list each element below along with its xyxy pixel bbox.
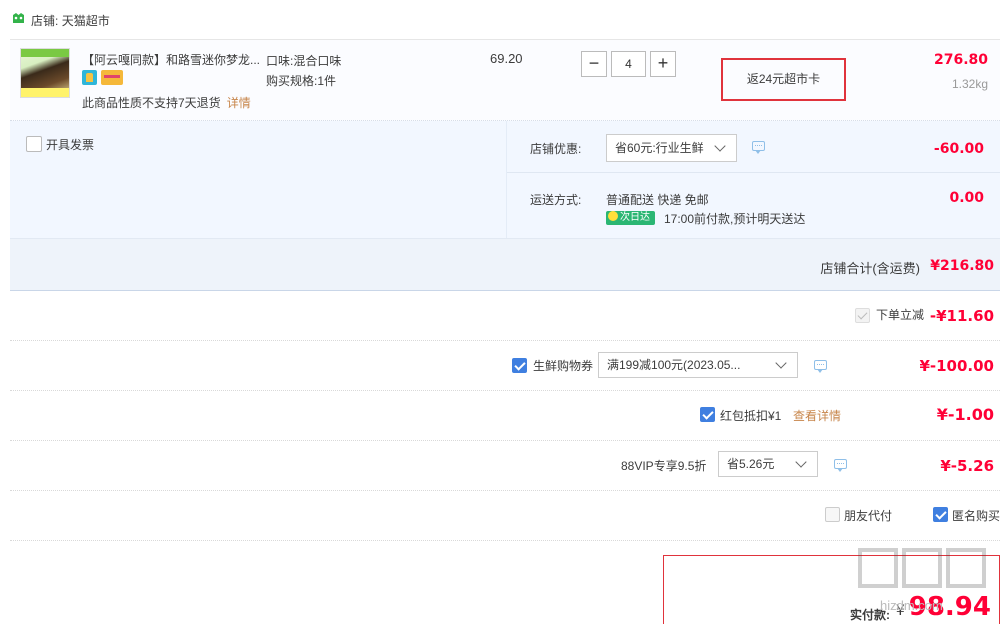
fresh-coupon-select[interactable]: 满199减100元(2023.05... <box>598 352 798 378</box>
instant-discount-amount: -¥11.60 <box>929 307 994 325</box>
watermark-text: hizdm.com <box>880 598 943 613</box>
lightning-icon <box>608 211 618 221</box>
service-badge-icon <box>82 70 97 85</box>
next-day-text: 次日达 <box>620 212 650 223</box>
vip-discount-row: 88VIP专享9.5折 省5.26元 ¥-5.26 <box>10 441 1000 491</box>
next-day-badge: 次日达 <box>606 211 655 225</box>
shop-options-panel: 开具发票 店铺优惠: 省60元:行业生鲜 -60.00 运送方式: 普通配送 快… <box>10 121 1000 238</box>
shop-total-label: 店铺合计(含运费) <box>820 261 920 276</box>
shipping-method: 普通配送 快递 免邮 <box>606 193 709 207</box>
no-return-notice: 此商品性质不支持7天退货 详情 <box>82 94 251 111</box>
chevron-down-icon <box>795 456 807 468</box>
no-return-text: 此商品性质不支持7天退货 <box>82 96 221 110</box>
product-flavor: 口味:混合口味 <box>266 54 342 68</box>
options-divider <box>506 121 507 238</box>
product-title[interactable]: 【阿云嘎同款】和路雪迷你梦龙... <box>82 51 262 68</box>
store-discount-amount: -60.00 <box>933 141 984 157</box>
card-badge-icon <box>101 70 123 85</box>
anonymous-purchase-checkbox[interactable] <box>933 507 948 522</box>
friend-pay-label[interactable]: 朋友代付 <box>844 507 892 524</box>
fresh-coupon-row: 生鲜购物券 满199减100元(2023.05... ¥-100.00 <box>10 341 1000 391</box>
quantity-increase-button[interactable]: + <box>650 51 676 77</box>
shipping-label: 运送方式: <box>530 193 582 207</box>
detail-link[interactable]: 详情 <box>227 96 251 110</box>
unit-price: 69.20 <box>490 51 523 66</box>
message-icon[interactable] <box>752 141 765 154</box>
fresh-coupon-value: 满199减100元(2023.05... <box>607 358 741 372</box>
instant-discount-checkbox[interactable] <box>855 308 870 323</box>
store-discount-value: 省60元:行业生鲜 <box>615 141 704 155</box>
red-packet-detail-link[interactable]: 查看详情 <box>793 407 841 424</box>
tmall-shop-icon <box>13 13 24 23</box>
instant-discount-row: 下单立减 -¥11.60 <box>10 291 1000 341</box>
product-spec: 购买规格:1件 <box>266 74 337 88</box>
message-icon[interactable] <box>834 459 847 472</box>
store-discount-label: 店铺优惠: <box>530 142 582 156</box>
product-thumbnail[interactable] <box>20 48 70 98</box>
shipping-note: 17:00前付款,预计明天送达 <box>664 212 806 226</box>
cashback-promo: 返24元超市卡 <box>721 58 846 101</box>
vip-discount-value: 省5.26元 <box>727 457 775 471</box>
quantity-decrease-button[interactable]: − <box>581 51 607 77</box>
chevron-down-icon <box>714 140 726 152</box>
payment-options-row: 朋友代付 匿名购买 <box>10 491 1000 541</box>
cart-item-row: 【阿云嘎同款】和路雪迷你梦龙... 此商品性质不支持7天退货 详情 口味:混合口味… <box>10 39 1000 121</box>
instant-discount-label: 下单立减 <box>876 308 925 322</box>
red-packet-amount: ¥-1.00 <box>936 405 994 424</box>
friend-pay-checkbox[interactable] <box>825 507 840 522</box>
invoice-label[interactable]: 开具发票 <box>46 136 94 153</box>
shop-header: 店铺: 天猫超市 <box>10 0 1000 38</box>
invoice-checkbox[interactable] <box>26 136 42 152</box>
quantity-input[interactable]: 4 <box>611 51 646 77</box>
shop-label: 店铺: <box>31 14 59 28</box>
item-total-price: 276.80 <box>933 52 988 68</box>
red-packet-label[interactable]: 红包抵扣¥1 <box>720 407 781 424</box>
vip-discount-amount: ¥-5.26 <box>940 457 994 475</box>
message-icon[interactable] <box>814 360 827 373</box>
fresh-coupon-checkbox[interactable] <box>512 358 527 373</box>
red-packet-checkbox[interactable] <box>700 407 715 422</box>
shop-total-row: 店铺合计(含运费) ¥216.80 <box>10 238 1000 291</box>
red-packet-row: 红包抵扣¥1 查看详情 ¥-1.00 <box>10 391 1000 441</box>
shipping-amount: 0.00 <box>949 190 984 206</box>
shop-name[interactable]: 店铺: 天猫超市 <box>31 12 110 29</box>
options-separator <box>507 172 1000 173</box>
watermark-logo <box>858 548 1003 588</box>
vip-discount-select[interactable]: 省5.26元 <box>718 451 818 477</box>
fresh-coupon-amount: ¥-100.00 <box>919 357 994 375</box>
store-discount-select[interactable]: 省60元:行业生鲜 <box>606 134 737 162</box>
vip-discount-label: 88VIP专享9.5折 <box>621 459 707 473</box>
item-weight: 1.32kg <box>951 77 988 91</box>
shop-name-text[interactable]: 天猫超市 <box>62 14 110 28</box>
fresh-coupon-label[interactable]: 生鲜购物券 <box>533 357 593 374</box>
anonymous-purchase-label[interactable]: 匿名购买 <box>952 507 1000 524</box>
chevron-down-icon <box>775 357 787 369</box>
shop-total-amount: ¥216.80 <box>930 258 994 274</box>
